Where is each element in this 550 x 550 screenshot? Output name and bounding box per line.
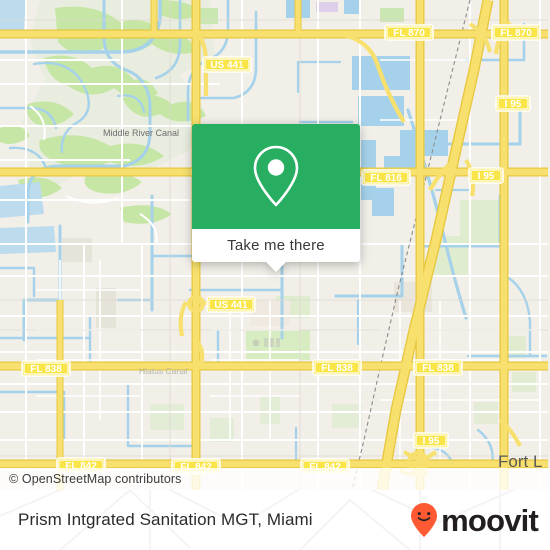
road-shield: I 95 [468,167,504,184]
road-shield: US 441 [206,296,256,313]
card-pointer-tail [265,261,287,272]
road-shield: FL 838 [21,360,71,377]
road-shield-label: FL 838 [30,364,62,375]
place-name-title: Prism Intgrated Sanitation MGT, Miami [18,510,313,529]
road-shield: FL 838 [312,359,362,376]
osm-attribution-bar: © OpenStreetMap contributors [0,468,550,490]
road-shield-label: FL 870 [393,28,425,39]
card-header [192,124,360,229]
road-shield: FL 870 [384,24,434,41]
location-pin-icon [253,145,299,206]
road-shield-label: US 441 [214,300,248,311]
moovit-brand-logo[interactable]: moovit [409,502,539,538]
card-footer[interactable]: Take me there [192,229,360,262]
location-info-card[interactable]: Take me there [192,124,360,272]
road-shield: FL 838 [413,359,463,376]
road-shield: I 95 [413,432,449,449]
road-shield-label: I 95 [423,436,440,447]
moovit-pin-icon [411,503,438,537]
road-shield-label: US 441 [210,60,244,71]
road-shield-label: FL 838 [321,363,353,374]
footer-bar: Prism Intgrated Sanitation MGT, Miami mo… [0,490,550,550]
moovit-map-screenshot: .rd { stroke:#f7e06e; stroke-linecap:but… [0,0,550,550]
road-shield: FL 870 [491,24,541,41]
road-shield-label: I 95 [505,99,522,110]
label-middle-river-canal: Middle River Canal [103,128,179,138]
osm-attribution-text[interactable]: © OpenStreetMap contributors [0,472,182,486]
road-shield: I 95 [495,95,531,112]
road-shield-label: FL 816 [370,173,402,184]
road-shield-label: FL 870 [500,28,532,39]
road-shield-label: I 95 [478,171,495,182]
moovit-wordmark: moovit [441,502,539,538]
take-me-there-label: Take me there [227,237,325,254]
label-hiatus-canal: Hiatus Canal [139,366,188,376]
road-shield-label: FL 838 [422,363,454,374]
road-shield: US 441 [202,56,252,73]
road-shield: FL 816 [361,169,411,186]
